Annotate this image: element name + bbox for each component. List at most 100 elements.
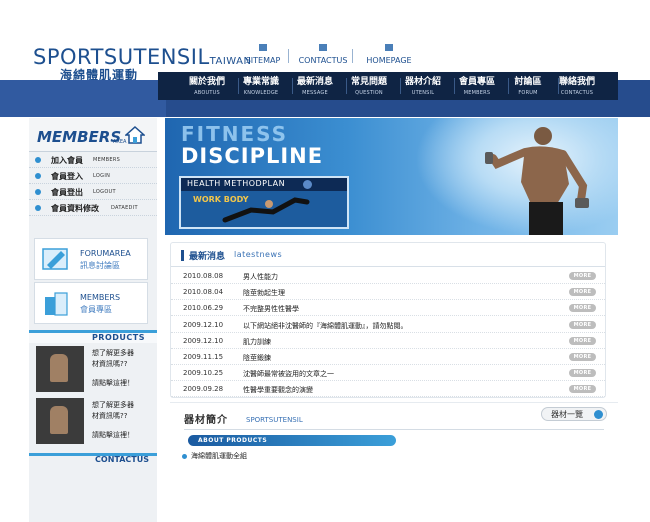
more-button[interactable]: MORE [569, 353, 596, 361]
nav-item-contactus[interactable]: 聯絡我們 CONTACTUS [550, 77, 604, 96]
toplink-label: HOMEPAGE [366, 56, 412, 65]
members-icon [45, 292, 68, 316]
sidebar-item-logout[interactable]: 會員登出 LOGOUT [29, 185, 157, 200]
product-promo-text: 想了解更多器 材資訊嗎?? [92, 400, 134, 422]
promo-line: 想了解更多器 [92, 349, 134, 357]
members-box[interactable]: MEMBERS 會員專區 [34, 282, 148, 324]
news-date: 2010.08.08 [183, 272, 224, 280]
forum-box-subtitle: 訊息討論區 [80, 261, 120, 270]
more-button[interactable]: MORE [569, 336, 596, 345]
members-area-title: MEMBERS [37, 128, 122, 146]
menu-sublabel: LOGIN [93, 173, 111, 179]
nav-sublabel: UTENSIL [411, 90, 435, 96]
news-date: 2009.12.10 [183, 336, 224, 345]
news-title: 最新消息 [189, 252, 226, 262]
nav-item-aboutus[interactable]: 關於我們 ABOUTUS [180, 77, 234, 96]
nav-label: 討論區 [514, 77, 542, 87]
runner-figure [222, 197, 310, 223]
menu-label: 會員資料修改 [51, 204, 99, 213]
nav-label: 最新消息 [296, 77, 333, 87]
product-photo [36, 346, 84, 392]
sidebar-item-join[interactable]: 加入會員 MEMBERS [29, 153, 157, 168]
play-icon [303, 180, 312, 189]
nav-item-message[interactable]: 最新消息 MESSAGE [288, 77, 342, 96]
more-button[interactable]: MORE [569, 304, 596, 313]
nav-sublabel: MESSAGE [302, 90, 328, 96]
nav-label: 器材介紹 [404, 77, 441, 87]
bullet-icon [35, 173, 41, 179]
hero-banner: FITNESS DISCIPLINE HEALTH METHODPLAN WOR… [165, 118, 618, 235]
news-row[interactable]: 2009.12.10 以下網站絕非沈醫師的『海綿體肌運動』，請勿點閱。 MORE [171, 317, 605, 333]
contact-icon [319, 44, 327, 51]
news-header-marker [181, 250, 184, 261]
forum-area-box[interactable]: FORUMAREA 訊息討論區 [34, 238, 148, 280]
nav-item-forum[interactable]: 討論區 FORUM [501, 77, 555, 96]
nav-label: 常見問題 [350, 77, 387, 87]
news-title-link[interactable]: 不完整男性性醫學 [243, 304, 299, 314]
nav-item-members[interactable]: 會員專區 MEMBERS [450, 77, 504, 96]
arrow-icon [594, 410, 603, 419]
product-promo-link[interactable]: 請點擊這裡！ [92, 378, 134, 388]
toplink-homepage[interactable]: HOMEPAGE [364, 44, 414, 65]
news-row[interactable]: 2009.12.10 肌力訓練 MORE [171, 333, 605, 349]
news-date: 2010.06.29 [183, 304, 224, 313]
health-plan-title: HEALTH METHODPLAN [187, 179, 286, 188]
intro-divider [184, 429, 604, 430]
news-date: 2009.09.28 [183, 385, 224, 394]
more-button[interactable]: MORE [569, 320, 596, 329]
contact-header: CONTACTUS [29, 453, 157, 464]
menu-label: 加入會員 [51, 156, 83, 165]
news-row[interactable]: 2010.08.08 男人性能力 MORE [171, 268, 605, 284]
news-row[interactable]: 2010.08.04 陰莖勃起生理 MORE [171, 284, 605, 301]
news-title-link[interactable]: 陰莖勃起生理 [243, 288, 285, 298]
product-list-button[interactable]: 器材一覽 [541, 407, 607, 421]
product-item-link[interactable]: 海綿體肌運動全組 [182, 451, 247, 461]
toplink-label: CONTACTUS [298, 56, 348, 65]
product-promo-text: 想了解更多器 材資訊嗎?? [92, 348, 134, 370]
bullet-icon [35, 189, 41, 195]
news-row[interactable]: 2009.11.15 陰莖鍛鍊 MORE [171, 349, 605, 365]
health-plan-panel[interactable]: HEALTH METHODPLAN WORK BODY [179, 176, 349, 229]
news-date: 2009.12.10 [183, 320, 224, 329]
more-button[interactable]: MORE [569, 385, 596, 394]
nav-sublabel: CONTACTUS [560, 90, 594, 96]
sidebar-item-login[interactable]: 會員登入 LOGIN [29, 169, 157, 184]
more-button[interactable]: MORE [569, 272, 596, 280]
product-promo-link[interactable]: 請點擊這裡！ [92, 430, 134, 440]
nav-label: 會員專區 [458, 77, 495, 87]
news-title-link[interactable]: 性醫學重要觀念的演變 [243, 385, 313, 395]
product-promo[interactable]: 想了解更多器 材資訊嗎?? 請點擊這裡！ [36, 346, 154, 394]
promo-line: 材資訊嗎?? [92, 360, 128, 368]
contact-title: CONTACTUS [95, 455, 149, 464]
more-button[interactable]: MORE [569, 288, 596, 297]
home-icon [385, 44, 393, 51]
toplink-contactus[interactable]: CONTACTUS [298, 44, 348, 65]
nav-sublabel: MEMBERS [463, 90, 491, 96]
more-button[interactable]: MORE [569, 369, 596, 378]
products-title: PRODUCTS [91, 333, 145, 342]
about-products-tab[interactable]: ABOUT PRODUCTS [188, 435, 396, 446]
main-nav: 關於我們 ABOUTUS 專業常識 KNOWLEDGE 最新消息 MESSAGE… [158, 72, 618, 100]
news-row[interactable]: 2010.06.29 不完整男性性醫學 MORE [171, 300, 605, 317]
nav-item-question[interactable]: 常見問題 QUESTION [342, 77, 396, 96]
nav-sublabel: KNOWLEDGE [243, 90, 279, 96]
menu-sublabel: MEMBERS [93, 157, 121, 163]
news-title-link[interactable]: 肌力訓練 [243, 337, 271, 347]
news-title-link[interactable]: 沈醫師最常被盜用的文章之一 [243, 369, 334, 379]
news-title-link[interactable]: 以下網站絕非沈醫師的『海綿體肌運動』，請勿點閱。 [243, 321, 408, 331]
nav-item-knowledge[interactable]: 專業常識 KNOWLEDGE [234, 77, 288, 96]
news-title-link[interactable]: 男人性能力 [243, 272, 278, 282]
bullet-icon [35, 205, 41, 211]
sidebar-item-dataedit[interactable]: 會員資料修改 DATAEDIT [29, 201, 157, 216]
nav-item-utensil[interactable]: 器材介紹 UTENSIL [396, 77, 450, 96]
news-row[interactable]: 2009.09.28 性醫學重要觀念的演變 MORE [171, 381, 605, 398]
menu-sublabel: LOGOUT [93, 189, 116, 195]
toplink-divider [288, 49, 289, 63]
news-title-link[interactable]: 陰莖鍛鍊 [243, 353, 271, 363]
toplink-sitemap[interactable]: SITEMAP [238, 44, 288, 65]
news-row[interactable]: 2009.10.25 沈醫師最常被盜用的文章之一 MORE [171, 365, 605, 382]
nav-label: 聯絡我們 [558, 77, 595, 87]
product-promo[interactable]: 想了解更多器 材資訊嗎?? 請點擊這裡！ [36, 398, 154, 446]
house-icon [125, 126, 145, 144]
forum-box-title: FORUMAREA [80, 249, 131, 258]
